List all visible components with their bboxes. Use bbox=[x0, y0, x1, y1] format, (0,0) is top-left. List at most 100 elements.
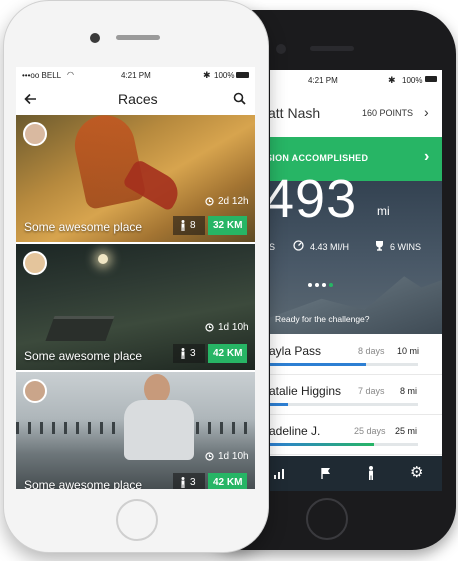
distance-chip: 42 KM bbox=[208, 344, 247, 363]
battery-icon bbox=[236, 72, 249, 78]
runner-days: 7 days bbox=[358, 386, 385, 396]
race-distance: 42 KM bbox=[213, 348, 243, 359]
search-icon[interactable] bbox=[233, 92, 246, 105]
speedometer-icon bbox=[293, 240, 304, 251]
bluetooth-icon: ✱ bbox=[388, 75, 396, 85]
leaderboard-list: ayla Pass 8 days 10 mi atalie Higgins 7 … bbox=[270, 334, 442, 456]
wins-stat: 6 WINS bbox=[390, 242, 422, 252]
runner-name: adeline J. bbox=[270, 424, 321, 438]
points-label: 160 POINTS bbox=[362, 108, 414, 118]
page-dot bbox=[315, 283, 319, 287]
distance-chip: 32 KM bbox=[208, 216, 247, 235]
page-indicator[interactable] bbox=[308, 283, 348, 289]
arrow-left-icon[interactable] bbox=[24, 93, 37, 105]
wifi-icon: ◠ bbox=[67, 70, 74, 79]
runner-icon bbox=[181, 477, 185, 488]
runner-count: 8 bbox=[190, 220, 196, 231]
clock-icon bbox=[205, 197, 214, 206]
progress-track bbox=[270, 443, 418, 446]
distance-chip: 42 KM bbox=[208, 473, 247, 489]
nav-bar: Races bbox=[16, 83, 255, 115]
runner-distance: 8 mi bbox=[400, 386, 418, 396]
clock-icon bbox=[205, 452, 214, 461]
runner-count: 3 bbox=[190, 477, 196, 488]
home-button[interactable] bbox=[306, 498, 348, 540]
front-camera bbox=[90, 33, 100, 43]
runner-name: ayla Pass bbox=[270, 344, 322, 358]
profile-screen: 4:21 PM ✱ 100% att Nash 160 POINTS › SIO… bbox=[270, 70, 442, 491]
status-time: 4:21 PM bbox=[308, 76, 338, 85]
earpiece-speaker bbox=[310, 46, 354, 51]
avatar[interactable] bbox=[23, 379, 47, 403]
race-name: Some awesome place bbox=[24, 349, 143, 363]
progress-track bbox=[270, 363, 418, 366]
runner-days: 25 days bbox=[354, 426, 386, 436]
chevron-right-icon: › bbox=[424, 148, 430, 165]
home-button[interactable] bbox=[116, 499, 158, 541]
gear-icon[interactable]: ⚙ bbox=[410, 463, 423, 481]
time-left: 1d 10h bbox=[218, 322, 249, 333]
carrier-text: •••oo BELL bbox=[22, 71, 62, 80]
bench-photo bbox=[45, 316, 115, 341]
time-left: 2d 12h bbox=[218, 196, 249, 207]
street-lamp bbox=[98, 254, 108, 264]
avatar[interactable] bbox=[23, 251, 47, 275]
runner-distance: 10 mi bbox=[397, 346, 420, 356]
battery-text: 100% bbox=[214, 71, 235, 80]
flag-icon[interactable] bbox=[320, 467, 332, 479]
status-time: 4:21 PM bbox=[121, 71, 151, 80]
progress-fill bbox=[270, 403, 288, 406]
status-bar: •••oo BELL ◠ 4:21 PM ✱ 100% bbox=[16, 67, 255, 83]
progress-fill bbox=[270, 363, 367, 366]
tab-bar: ⚙ bbox=[270, 456, 442, 491]
runners-chip: 3 bbox=[173, 473, 205, 489]
speed-stat: 4.43 MI/H bbox=[310, 242, 350, 252]
runner-name: atalie Higgins bbox=[270, 384, 342, 398]
page-title: Races bbox=[118, 91, 158, 107]
athlete-photo-body bbox=[124, 400, 194, 460]
front-camera bbox=[276, 44, 286, 54]
user-name: att Nash bbox=[270, 105, 321, 121]
battery-icon bbox=[425, 76, 437, 82]
clock-icon bbox=[205, 323, 214, 332]
runners-chip: 8 bbox=[173, 216, 205, 235]
progress-track bbox=[270, 403, 418, 406]
race-card[interactable]: Some awesome place 1d 10h 3 42 KM bbox=[16, 372, 255, 489]
race-card[interactable]: Some awesome place 2d 12h 8 32 KM bbox=[16, 115, 255, 242]
leaderboard-row[interactable]: adeline J. 25 days 25 mi bbox=[270, 414, 442, 455]
progress-fill bbox=[270, 443, 374, 446]
bar-chart-icon[interactable] bbox=[274, 468, 286, 479]
runner-count: 3 bbox=[190, 348, 196, 359]
runners-chip: 3 bbox=[173, 344, 205, 363]
total-miles: 493 bbox=[270, 169, 358, 229]
trophy-icon bbox=[376, 241, 383, 251]
shoe-photo bbox=[122, 158, 185, 212]
miles-unit: mi bbox=[377, 204, 390, 218]
leaderboard-row[interactable]: ayla Pass 8 days 10 mi bbox=[270, 334, 442, 375]
mission-banner-text: SION ACCOMPLISHED bbox=[270, 153, 369, 163]
page-dot bbox=[308, 283, 312, 287]
runner-icon bbox=[181, 348, 185, 359]
page-dot bbox=[322, 283, 326, 287]
partial-stat: S bbox=[270, 242, 276, 252]
race-card[interactable]: Some awesome place 1d 10h 3 42 KM bbox=[16, 244, 255, 370]
runner-days: 8 days bbox=[358, 346, 385, 356]
runner-distance: 25 mi bbox=[395, 426, 418, 436]
status-bar: 4:21 PM ✱ 100% bbox=[270, 70, 442, 92]
page-dot-active bbox=[329, 283, 333, 287]
runner-icon[interactable] bbox=[366, 466, 376, 480]
race-distance: 42 KM bbox=[213, 477, 243, 488]
chevron-right-icon[interactable]: › bbox=[424, 104, 429, 120]
profile-header: att Nash 160 POINTS › bbox=[270, 92, 442, 138]
avatar[interactable] bbox=[23, 122, 47, 146]
race-distance: 32 KM bbox=[213, 220, 243, 231]
leaderboard-row[interactable]: atalie Higgins 7 days 8 mi bbox=[270, 374, 442, 415]
race-name: Some awesome place bbox=[24, 220, 143, 234]
bluetooth-icon: ✱ bbox=[203, 70, 211, 80]
time-left: 1d 10h bbox=[218, 451, 249, 462]
race-name: Some awesome place bbox=[24, 478, 143, 489]
challenge-text: Ready for the challenge? bbox=[275, 314, 370, 324]
battery-text: 100% bbox=[402, 76, 423, 85]
races-screen: •••oo BELL ◠ 4:21 PM ✱ 100% Races Some a… bbox=[16, 67, 255, 489]
runner-icon bbox=[181, 220, 185, 231]
